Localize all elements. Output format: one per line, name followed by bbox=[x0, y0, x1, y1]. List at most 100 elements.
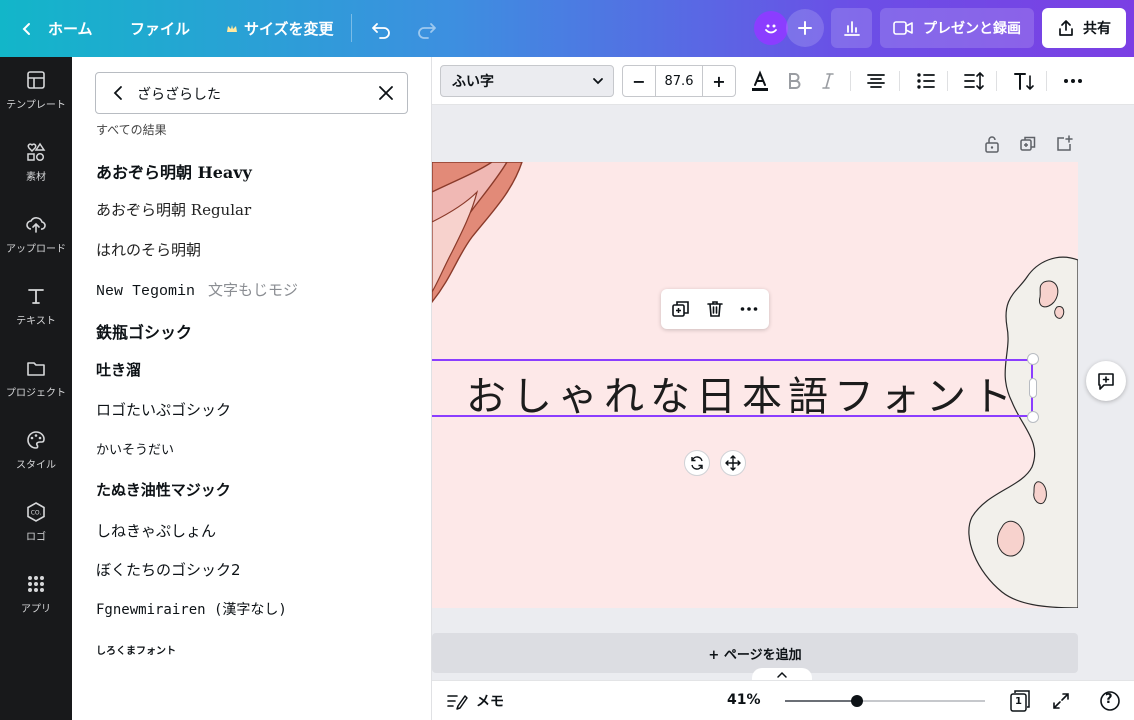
avatar[interactable] bbox=[754, 11, 788, 45]
delete-element-button[interactable] bbox=[704, 298, 726, 320]
insights-button[interactable] bbox=[831, 8, 872, 48]
rail-item-elements[interactable]: 素材 bbox=[0, 129, 72, 195]
rail-item-projects[interactable]: プロジェクト bbox=[0, 345, 72, 411]
home-button[interactable]: ホーム bbox=[20, 0, 93, 57]
resize-button[interactable]: サイズを変更 bbox=[226, 0, 334, 57]
font-item[interactable]: しろくまフォント bbox=[96, 642, 176, 657]
italic-button[interactable] bbox=[814, 67, 842, 95]
crown-icon bbox=[227, 24, 237, 32]
present-record-button[interactable]: プレゼンと録画 bbox=[880, 8, 1034, 48]
file-menu-button[interactable]: ファイル bbox=[130, 0, 190, 57]
spacing-button[interactable] bbox=[960, 67, 988, 95]
rail-item-apps[interactable]: アプリ bbox=[0, 561, 72, 627]
font-item[interactable]: たぬき油性マジック bbox=[96, 479, 231, 500]
chevron-left-icon bbox=[22, 22, 30, 35]
font-item[interactable]: ロゴたいぷゴシック bbox=[96, 399, 231, 420]
search-input[interactable]: ざらざらした bbox=[137, 84, 221, 104]
results-label: すべての結果 bbox=[96, 123, 167, 137]
expand-icon bbox=[1053, 693, 1069, 709]
align-button[interactable] bbox=[862, 67, 890, 95]
template-icon bbox=[27, 71, 45, 89]
increase-size-button[interactable]: + bbox=[703, 66, 735, 96]
text-icon bbox=[28, 289, 44, 304]
page-count-button[interactable]: 1 bbox=[1008, 689, 1032, 713]
clear-search-button[interactable] bbox=[377, 84, 395, 106]
font-item[interactable]: はれのそら明朝 bbox=[96, 239, 201, 260]
list-button[interactable] bbox=[912, 67, 940, 95]
font-item[interactable]: 吐き溜 bbox=[96, 359, 141, 380]
zoom-slider-handle[interactable] bbox=[851, 695, 863, 707]
font-item[interactable]: Fgnewmirairen (漢字なし) bbox=[96, 599, 287, 619]
more-options-button[interactable] bbox=[1059, 67, 1087, 95]
move-button[interactable] bbox=[720, 450, 746, 476]
font-item[interactable]: かいそうだい bbox=[96, 439, 174, 458]
align-center-icon bbox=[867, 74, 885, 88]
trash-icon bbox=[707, 301, 723, 317]
help-button[interactable]: ? bbox=[1098, 689, 1122, 713]
notes-button[interactable]: メモ bbox=[446, 691, 504, 711]
folder-icon bbox=[27, 362, 45, 376]
more-horizontal-icon bbox=[1064, 79, 1082, 83]
undo-icon bbox=[372, 22, 390, 39]
font-item[interactable]: あおぞら明朝 Regular bbox=[96, 199, 251, 220]
close-icon bbox=[379, 86, 393, 100]
font-item[interactable]: 鉄瓶ゴシック bbox=[96, 319, 192, 343]
add-page-button[interactable]: + ページを追加 bbox=[432, 633, 1078, 673]
duplicate-page-button[interactable] bbox=[1018, 134, 1038, 154]
add-comment-button[interactable] bbox=[1086, 361, 1126, 401]
duplicate-element-button[interactable] bbox=[670, 298, 692, 320]
more-element-options-button[interactable] bbox=[738, 298, 760, 320]
video-camera-icon bbox=[893, 21, 913, 35]
rail-item-styles[interactable]: スタイル bbox=[0, 417, 72, 483]
font-panel: ざらざらした すべての結果 あおぞら明朝 Heavy あおぞら明朝 Regula… bbox=[72, 57, 432, 720]
rail-item-logos[interactable]: CO. ロゴ bbox=[0, 489, 72, 555]
font-item[interactable]: New Tegomin 文字もじモジ bbox=[96, 279, 298, 300]
font-sample: 文字もじモジ bbox=[208, 283, 299, 300]
zoom-slider-fill bbox=[785, 700, 857, 702]
bar-chart-icon bbox=[843, 21, 860, 36]
text-effects-button[interactable] bbox=[1010, 67, 1038, 95]
zoom-level[interactable]: 41% bbox=[727, 692, 761, 708]
font-search-box[interactable]: ざらざらした bbox=[95, 72, 408, 114]
divider bbox=[1046, 71, 1047, 91]
chevron-up-icon bbox=[777, 671, 787, 678]
rail-label: アプリ bbox=[21, 604, 51, 615]
rail-item-text[interactable]: テキスト bbox=[0, 273, 72, 339]
line-spacing-icon bbox=[964, 71, 984, 91]
resize-handle-right[interactable] bbox=[1029, 378, 1037, 398]
search-back-button[interactable] bbox=[110, 84, 128, 106]
zoom-slider[interactable] bbox=[785, 695, 985, 707]
resize-handle-bottom-right[interactable] bbox=[1027, 411, 1039, 423]
logo-icon: CO. bbox=[27, 502, 45, 522]
italic-icon bbox=[822, 73, 834, 89]
fullscreen-button[interactable] bbox=[1049, 689, 1073, 713]
rail-label: テンプレート bbox=[6, 100, 66, 111]
share-button[interactable]: 共有 bbox=[1042, 8, 1126, 48]
font-item[interactable]: しねきゃぷしょん bbox=[96, 520, 216, 541]
more-horizontal-icon bbox=[740, 307, 758, 311]
rotate-button[interactable] bbox=[684, 450, 710, 476]
bold-button[interactable] bbox=[780, 67, 808, 95]
plus-icon bbox=[798, 21, 812, 35]
undo-button[interactable] bbox=[370, 0, 392, 57]
rail-item-templates[interactable]: テンプレート bbox=[0, 57, 72, 123]
text-color-button[interactable] bbox=[746, 67, 774, 95]
comment-plus-icon bbox=[1098, 373, 1114, 390]
add-page-icon-button[interactable] bbox=[1054, 134, 1074, 154]
apps-icon bbox=[28, 576, 44, 592]
chevron-down-icon bbox=[593, 78, 603, 85]
font-family-dropdown[interactable]: ふい字 bbox=[440, 65, 614, 97]
add-collaborator-button[interactable] bbox=[786, 9, 824, 47]
font-item[interactable]: ぼくたちのゴシック2 bbox=[96, 559, 241, 580]
bottom-bar: メモ 41% 1 ? bbox=[432, 680, 1134, 720]
rail-item-uploads[interactable]: アップロード bbox=[0, 201, 72, 267]
resize-handle-top-right[interactable] bbox=[1027, 353, 1039, 365]
redo-button[interactable] bbox=[416, 0, 438, 57]
font-item[interactable]: あおぞら明朝 Heavy bbox=[96, 159, 252, 183]
left-rail: テンプレート 素材 アップロード テキスト プロジェクト スタイル CO. ロゴ… bbox=[0, 57, 72, 720]
decrease-size-button[interactable]: − bbox=[623, 66, 655, 96]
text-color-icon bbox=[752, 70, 768, 91]
font-size-input[interactable]: 87.6 bbox=[655, 66, 703, 96]
rotate-icon bbox=[691, 456, 703, 470]
lock-page-button[interactable] bbox=[982, 134, 1002, 154]
